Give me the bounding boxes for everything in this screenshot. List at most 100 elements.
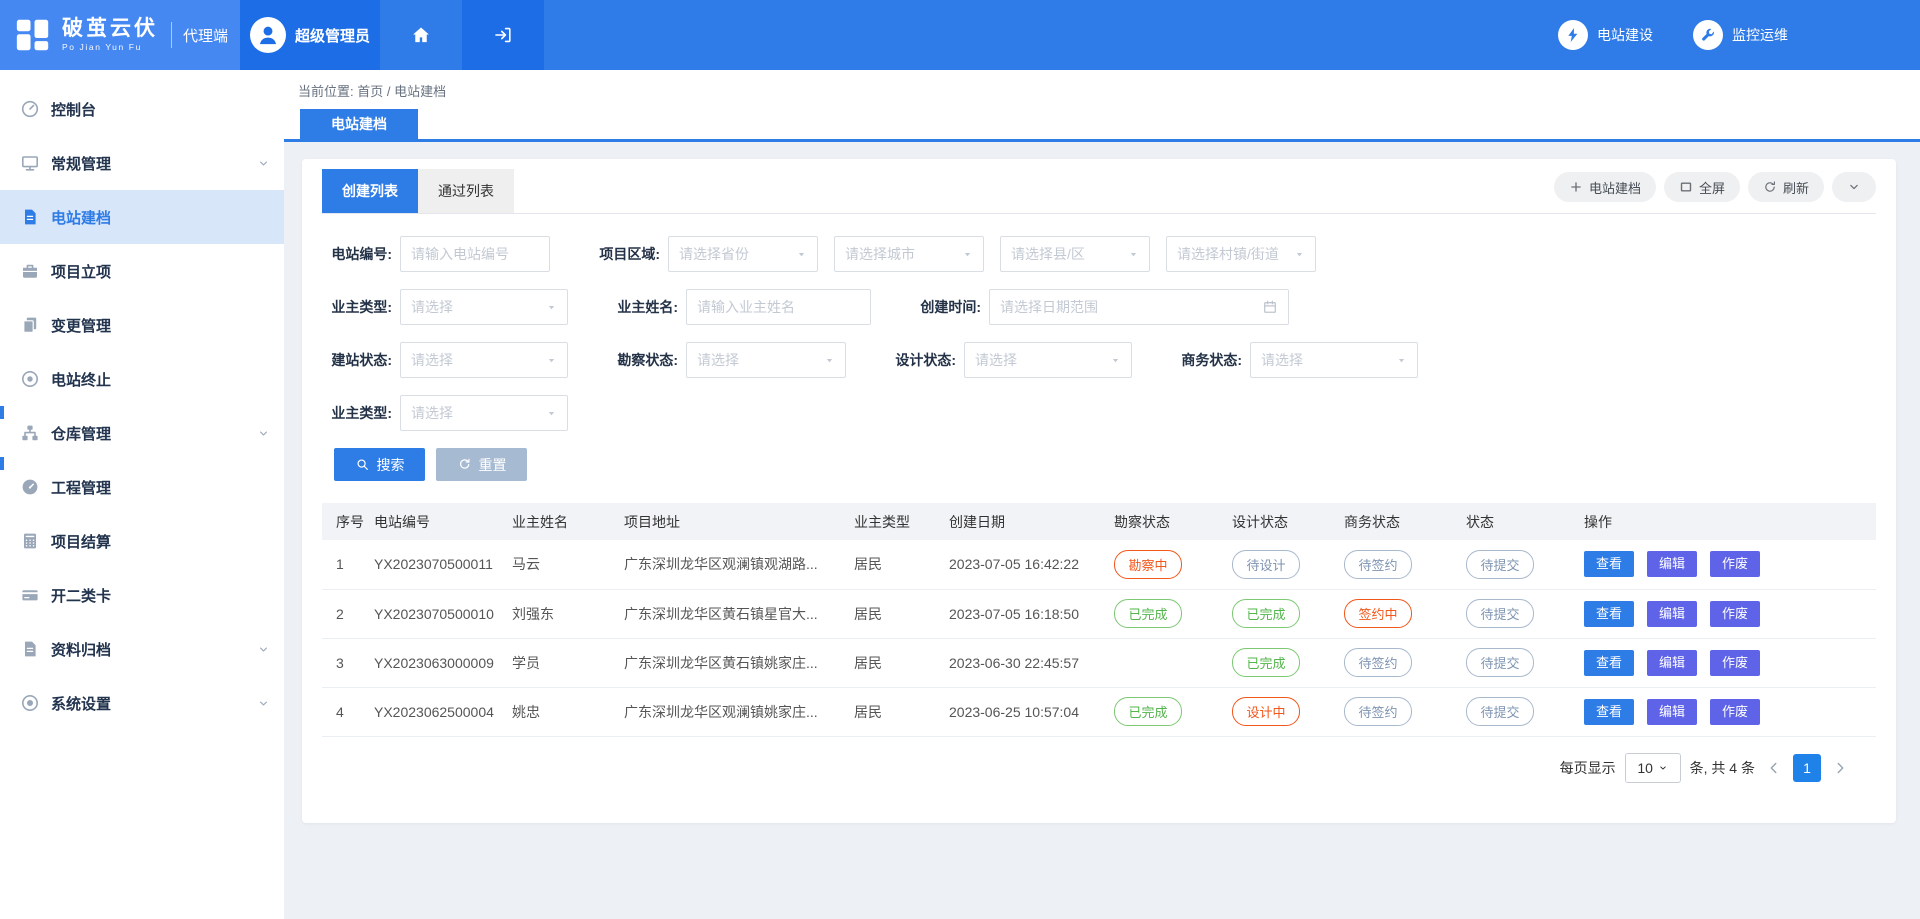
town-select[interactable]: 请选择村镇/街道 [1166,236,1316,272]
cell-address: 广东深圳龙华区观澜镇观湖路... [616,540,846,589]
cell-created: 2023-07-05 16:18:50 [941,589,1106,638]
prev-page-button[interactable] [1764,760,1784,776]
owner-type-select[interactable]: 请选择 [400,289,568,325]
cell-code: YX2023063000009 [366,638,504,687]
tab-create-list[interactable]: 创建列表 [322,169,418,213]
next-page-button[interactable] [1830,760,1850,776]
sitemap-icon [20,423,40,443]
column-header-survey: 勘察状态 [1106,503,1224,540]
gauge-icon [20,99,40,119]
status-badge: 签约中 [1344,599,1412,628]
survey-status-select[interactable]: 请选择 [686,342,846,378]
toolbar-refresh-button[interactable]: 刷新 [1748,172,1824,202]
sidebar-item-station-archive[interactable]: 电站建档 [0,190,284,244]
sidebar-item-second-class-card[interactable]: 开二类卡 [0,568,284,622]
view-button[interactable]: 查看 [1584,601,1634,627]
status-badge: 待签约 [1344,550,1412,579]
business-status-select[interactable]: 请选择 [1250,342,1418,378]
county-select[interactable]: 请选择县/区 [1000,236,1150,272]
sidebar-item-label: 项目立项 [51,261,270,282]
app-title: 破茧云伏 [62,18,158,39]
filter-group-design-status: 设计状态:请选择 [890,342,1132,378]
cell-code: YX2023062500004 [366,687,504,736]
station-code-input[interactable]: 请输入电站编号 [400,236,550,272]
quick-link-station-construction[interactable]: 电站建设 [1558,20,1653,50]
content-area: 当前位置: 首页 / 电站建档 电站建档 创建列表 通过列表 电站建档全屏刷新 … [284,70,1920,919]
panel-card: 创建列表 通过列表 电站建档全屏刷新 电站编号:请输入电站编号项目区域:请选择省… [302,159,1896,823]
calendar-icon [1262,299,1278,315]
cell-design: 待设计 [1224,540,1336,589]
logout-button[interactable] [462,0,544,70]
sidebar-item-console[interactable]: 控制台 [0,82,284,136]
void-button[interactable]: 作废 [1710,551,1760,577]
toolbar-more-button[interactable] [1832,172,1876,202]
cell-design: 已完成 [1224,589,1336,638]
cell-owner: 学员 [504,638,616,687]
caret-down-icon [1396,355,1407,366]
stations-table: 序号电站编号业主姓名项目地址业主类型创建日期勘察状态设计状态商务状态状态操作 1… [322,503,1876,737]
design-status-select[interactable]: 请选择 [964,342,1132,378]
sidebar-item-warehouse-management[interactable]: 仓库管理 [0,406,284,460]
toolbar-fullscreen-button[interactable]: 全屏 [1664,172,1740,202]
filter-group-county: 请选择县/区 [1000,236,1150,272]
reset-icon [457,457,472,472]
sidebar-item-label: 开二类卡 [51,585,270,606]
app-root: 破茧云伏 Po Jian Yun Fu 代理端 超级管理员 电站建设 监控运维 [0,0,1920,919]
tab-passed-list[interactable]: 通过列表 [418,169,514,213]
cell-owner: 刘强东 [504,589,616,638]
sidebar-item-data-archive[interactable]: 资料归档 [0,622,284,676]
breadcrumb-home-link[interactable]: 首页 [357,84,383,99]
view-button[interactable]: 查看 [1584,551,1634,577]
sidebar-item-system-settings[interactable]: 系统设置 [0,676,284,730]
caret-down-icon [546,408,557,419]
per-page-select[interactable]: 10 [1625,753,1681,783]
quick-link-monitor-ops[interactable]: 监控运维 [1693,20,1788,50]
table-row: 2YX2023070500010刘强东广东深圳龙华区黄石镇星官大...居民202… [322,589,1876,638]
chevron-down-icon [257,643,270,656]
owner-type-2-select[interactable]: 请选择 [400,395,568,431]
reset-button[interactable]: 重置 [436,448,527,481]
page-tab-station-archive[interactable]: 电站建档 [300,109,418,139]
edit-button[interactable]: 编辑 [1647,601,1697,627]
toolbar-create-station-button[interactable]: 电站建档 [1554,172,1656,202]
void-button[interactable]: 作废 [1710,699,1760,725]
status-badge: 已完成 [1232,648,1300,677]
edit-button[interactable]: 编辑 [1647,699,1697,725]
cell-design: 设计中 [1224,687,1336,736]
view-button[interactable]: 查看 [1584,699,1634,725]
cell-business: 待签约 [1336,687,1458,736]
page-number-1[interactable]: 1 [1793,754,1821,782]
view-button[interactable]: 查看 [1584,650,1634,676]
search-button[interactable]: 搜索 [334,448,425,481]
owner-name-input[interactable]: 请输入业主姓名 [686,289,871,325]
column-header-actions: 操作 [1576,503,1876,540]
cell-actions: 查看编辑作废 [1576,589,1876,638]
plus-icon [1569,180,1583,194]
sidebar-item-project-initiation[interactable]: 项目立项 [0,244,284,298]
user-menu[interactable]: 超级管理员 [240,0,380,70]
person-icon [250,17,286,53]
chevron-down-icon [257,157,270,170]
sidebar-item-project-settlement[interactable]: 项目结算 [0,514,284,568]
sidebar-item-change-management[interactable]: 变更管理 [0,298,284,352]
column-header-seq: 序号 [322,503,366,540]
sidebar-item-engineering-management[interactable]: 工程管理 [0,460,284,514]
build-status-select[interactable]: 请选择 [400,342,568,378]
cell-seq: 3 [322,638,366,687]
sidebar-item-general-management[interactable]: 常规管理 [0,136,284,190]
void-button[interactable]: 作废 [1710,601,1760,627]
home-button[interactable] [380,0,462,70]
status-badge: 已完成 [1232,599,1300,628]
chevron-down-icon [257,427,270,440]
province-select[interactable]: 请选择省份 [668,236,818,272]
per-page-value: 10 [1637,760,1653,776]
chevron-down-icon [1847,180,1861,194]
sidebar-item-station-termination[interactable]: 电站终止 [0,352,284,406]
edit-button[interactable]: 编辑 [1647,650,1697,676]
created-time-date-input[interactable]: 请选择日期范围 [989,289,1289,325]
filter-label-owner-type: 业主类型: [326,297,392,317]
void-button[interactable]: 作废 [1710,650,1760,676]
chevron-left-icon [1766,760,1782,776]
edit-button[interactable]: 编辑 [1647,551,1697,577]
city-select[interactable]: 请选择城市 [834,236,984,272]
